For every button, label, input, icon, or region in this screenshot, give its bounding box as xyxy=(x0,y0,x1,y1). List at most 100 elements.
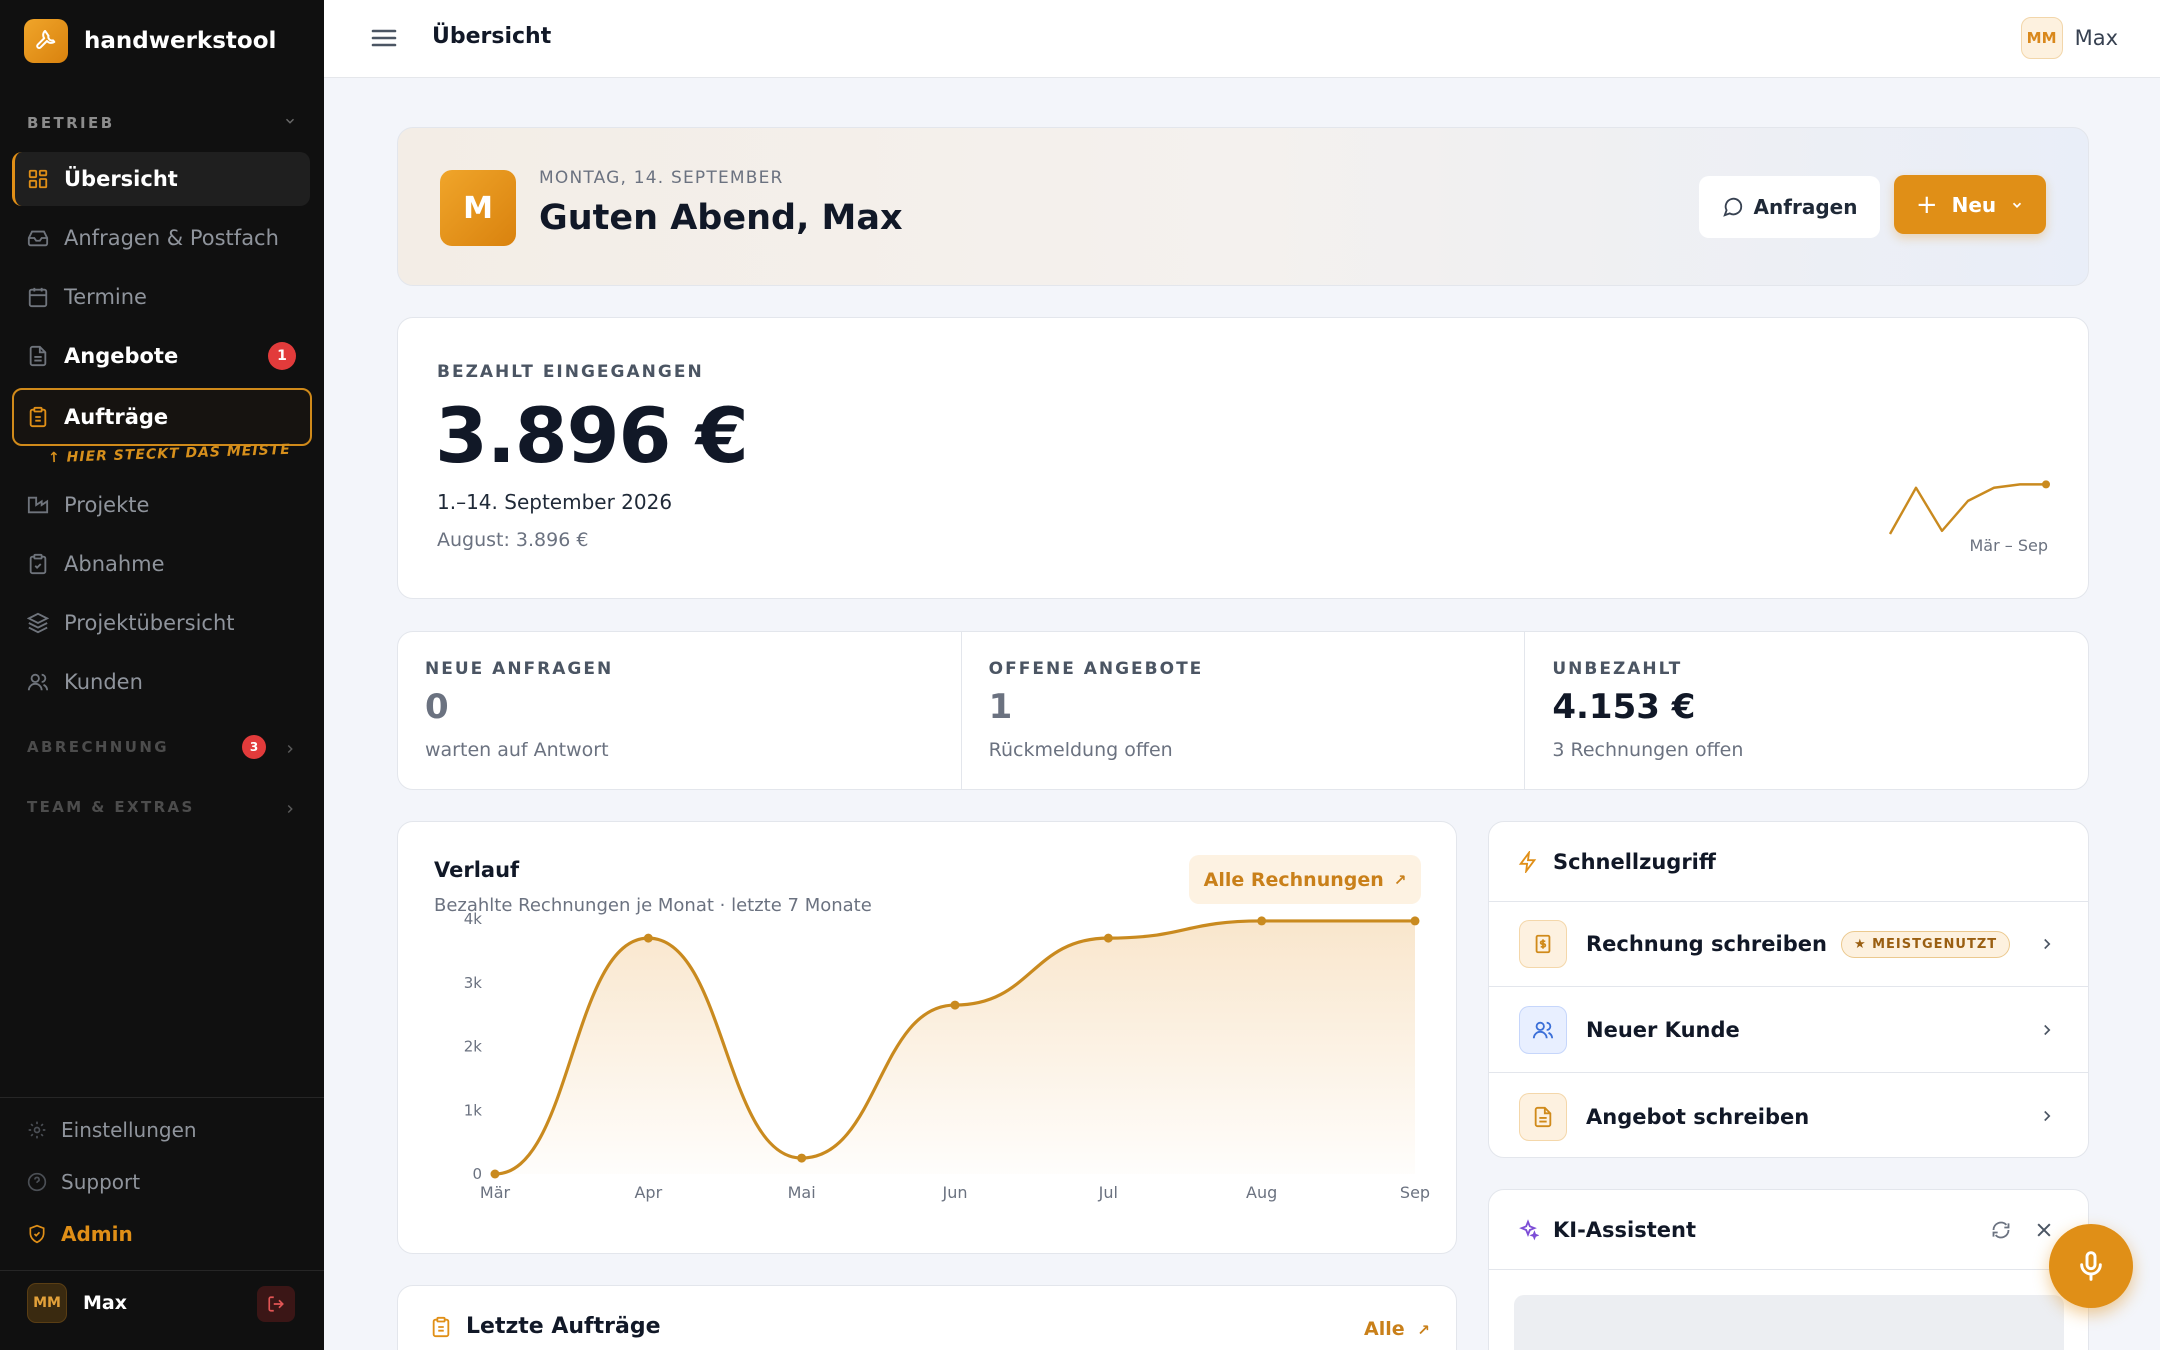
arrow-up-right-icon: ↗ xyxy=(1393,870,1407,889)
plus-icon: + xyxy=(1915,189,1938,220)
brand[interactable]: handwerkstool xyxy=(24,19,276,63)
sidebar-item-label: Termine xyxy=(64,285,147,309)
avatar: MM xyxy=(27,1283,67,1323)
calendar-icon xyxy=(28,287,48,308)
sparkline-label: Mär – Sep xyxy=(1969,536,2048,555)
chevron-right-icon xyxy=(287,805,293,813)
user-name: Max xyxy=(2074,26,2118,50)
quick-item-label: Angebot schreiben xyxy=(1586,1104,1810,1129)
recent-orders-all-label: Alle xyxy=(1364,1318,1405,1340)
support-link[interactable]: Support xyxy=(27,1170,140,1194)
kpi-row: NEUE ANFRAGEN 0 warten auf Antwort OFFEN… xyxy=(397,631,2089,790)
layers-icon xyxy=(27,612,49,634)
quick-item-kunde[interactable]: Neuer Kunde xyxy=(1489,988,2088,1073)
gear-icon xyxy=(28,1121,46,1139)
sparkline-end-point xyxy=(2042,480,2050,489)
section-team-extras[interactable]: TEAM & EXTRAS xyxy=(27,798,297,816)
greeting: Guten Abend, Max xyxy=(539,198,903,238)
sidebar-item-uebersicht[interactable]: Übersicht xyxy=(12,152,310,206)
sidebar-item-auftraege[interactable]: Aufträge xyxy=(12,388,312,446)
kpi-neue-anfragen[interactable]: NEUE ANFRAGEN 0 warten auf Antwort xyxy=(398,632,962,789)
voice-input-button[interactable] xyxy=(2049,1224,2133,1308)
sidebar-user[interactable]: MM Max xyxy=(27,1283,127,1323)
dashboard-icon xyxy=(28,169,48,189)
quick-access-title: Schnellzugriff xyxy=(1553,849,1716,874)
y-tick-label: 1k xyxy=(464,1101,483,1119)
sidebar-item-label: Abnahme xyxy=(64,552,165,576)
menu-icon[interactable] xyxy=(370,26,398,50)
angebote-badge: 1 xyxy=(268,342,296,370)
sidebar-item-termine[interactable]: Termine xyxy=(12,270,310,324)
x-tick-label: Mai xyxy=(788,1183,816,1202)
quick-item-angebot[interactable]: Angebot schreiben xyxy=(1489,1074,2088,1159)
x-tick-label: Jun xyxy=(942,1183,968,1202)
section-betrieb[interactable]: BETRIEB xyxy=(27,114,297,132)
greeting-card: M MONTAG, 14. SEPTEMBER Guten Abend, Max… xyxy=(397,127,2089,286)
section-betrieb-label: BETRIEB xyxy=(27,114,115,132)
y-tick-label: 3k xyxy=(464,974,483,992)
sidebar-item-projektuebersicht[interactable]: Projektübersicht xyxy=(12,596,310,650)
microphone-icon xyxy=(2080,1251,2102,1281)
recent-orders-all-link[interactable]: Alle ↗ xyxy=(1364,1318,1430,1340)
section-abrechnung[interactable]: ABRECHNUNG 3 xyxy=(27,735,297,759)
y-tick-label: 2k xyxy=(464,1038,483,1056)
ki-assistant-title: KI-Assistent xyxy=(1553,1217,1697,1242)
paid-card[interactable]: BEZAHLT EINGEGANGEN 3.896 € 1.–14. Septe… xyxy=(397,317,2089,599)
sidebar-item-anfragen[interactable]: Anfragen & Postfach xyxy=(12,211,310,265)
sidebar-item-angebote[interactable]: Angebote 1 xyxy=(12,329,310,383)
sidebar-item-abnahme[interactable]: Abnahme xyxy=(12,537,310,591)
document-icon xyxy=(29,345,47,367)
user-menu[interactable]: MM Max xyxy=(2020,17,2118,59)
users-icon xyxy=(1519,1006,1567,1054)
all-invoices-label: Alle Rechnungen xyxy=(1203,868,1384,891)
sidebar-item-kunden[interactable]: Kunden xyxy=(12,655,310,709)
user-name: Max xyxy=(83,1292,127,1314)
paid-value: 3.896 € xyxy=(435,391,749,480)
sidebar-item-label: Kunden xyxy=(64,670,143,694)
settings-link[interactable]: Einstellungen xyxy=(27,1118,197,1142)
topbar: Übersicht MM Max xyxy=(324,0,2160,78)
kpi-offene-angebote[interactable]: OFFENE ANGEBOTE 1 Rückmeldung offen xyxy=(962,632,1526,789)
ki-message-placeholder xyxy=(1514,1295,2064,1350)
new-button[interactable]: + Neu xyxy=(1894,175,2046,234)
admin-label: Admin xyxy=(61,1222,133,1246)
new-label: Neu xyxy=(1951,192,1997,217)
abrechnung-badge: 3 xyxy=(242,735,266,759)
sidebar-item-label: Übersicht xyxy=(64,167,178,191)
data-point xyxy=(643,933,653,943)
most-used-badge: ★ MEISTGENUTZT xyxy=(1840,930,2011,958)
refresh-icon[interactable] xyxy=(1991,1220,2011,1240)
chevron-down-icon xyxy=(286,118,294,124)
sparkles-icon xyxy=(1519,1218,1539,1240)
inbox-icon xyxy=(27,230,49,247)
section-abrechnung-label: ABRECHNUNG xyxy=(27,738,170,756)
admin-link[interactable]: Admin xyxy=(27,1222,133,1246)
paid-label: BEZAHLT EINGEGANGEN xyxy=(437,362,704,382)
kpi-label: UNBEZAHLT xyxy=(1552,659,1683,679)
chat-bubble-icon xyxy=(1722,197,1742,217)
quick-item-rechnung[interactable]: Rechnung schreiben ★ MEISTGENUTZT xyxy=(1489,902,2088,987)
paid-range: 1.–14. September 2026 xyxy=(437,490,673,514)
document-icon xyxy=(1519,1092,1567,1141)
verlauf-card: 0 1k 2k 3k 4k Mär Apr Mai Jun Jul Aug Sep Verlauf B… xyxy=(397,821,1457,1254)
data-point xyxy=(1257,916,1267,926)
recent-orders-header: Letzte Aufträge xyxy=(430,1314,661,1339)
chevron-right-icon xyxy=(2044,1110,2051,1122)
support-label: Support xyxy=(61,1170,141,1194)
close-icon[interactable] xyxy=(2034,1220,2054,1240)
kpi-label: NEUE ANFRAGEN xyxy=(425,659,614,679)
all-invoices-button[interactable]: Alle Rechnungen ↗ xyxy=(1189,855,1421,904)
users-icon xyxy=(27,673,49,691)
clipboard-icon xyxy=(432,1316,450,1337)
x-tick-label: Sep xyxy=(1400,1183,1430,1202)
kpi-unbezahlt[interactable]: UNBEZAHLT 4.153 € 3 Rechnungen offen xyxy=(1525,632,2088,789)
settings-label: Einstellungen xyxy=(61,1118,197,1142)
anfragen-label: Anfragen xyxy=(1753,195,1858,219)
logout-button[interactable] xyxy=(257,1286,295,1322)
wrench-icon xyxy=(24,19,68,63)
anfragen-button[interactable]: Anfragen xyxy=(1699,176,1880,238)
app-name: handwerkstool xyxy=(84,28,277,54)
sidebar-item-label: Aufträge xyxy=(64,405,169,429)
sparkline xyxy=(1888,480,2050,535)
sidebar-item-projekte[interactable]: Projekte xyxy=(12,478,310,532)
